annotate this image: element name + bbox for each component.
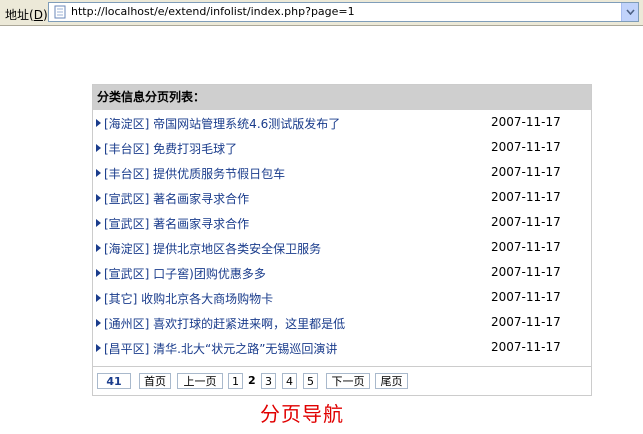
- item-title-link[interactable]: [其它] 收购北京各大商场购物卡: [104, 290, 273, 307]
- bullet-arrow-icon: [96, 294, 101, 302]
- list-item: [其它] 收购北京各大商场购物卡 2007-11-17: [93, 285, 591, 310]
- list-item: [宣武区] 著名画家寻求合作 2007-11-17: [93, 210, 591, 235]
- item-date: 2007-11-17: [491, 265, 561, 279]
- item-title-link[interactable]: [宣武区] 口子窖)团购优惠多多: [104, 265, 266, 282]
- item-title-link[interactable]: [宣武区] 著名画家寻求合作: [104, 190, 249, 207]
- current-page: 2: [248, 374, 256, 387]
- item-title-link[interactable]: [通州区] 喜欢打球的赶紧进来啊，这里都是低: [104, 315, 345, 332]
- bullet-arrow-icon: [96, 119, 101, 127]
- address-dropdown-button[interactable]: [621, 3, 638, 21]
- list-item: [丰台区] 免费打羽毛球了 2007-11-17: [93, 135, 591, 160]
- item-date: 2007-11-17: [491, 290, 561, 304]
- item-date: 2007-11-17: [491, 340, 561, 354]
- list-heading: 分类信息分页列表：: [93, 85, 591, 110]
- address-url: http://localhost/e/extend/infolist/index…: [71, 5, 355, 18]
- list-item: [宣武区] 著名画家寻求合作 2007-11-17: [93, 185, 591, 210]
- item-date: 2007-11-17: [491, 215, 561, 229]
- bullet-arrow-icon: [96, 194, 101, 202]
- pagination: 41 首页 上一页 1 2 3 4 5 下一页 尾页: [93, 366, 591, 397]
- bullet-arrow-icon: [96, 144, 101, 152]
- address-label: 地址(D): [5, 8, 48, 22]
- item-title-link[interactable]: [丰台区] 提供优质服务节假日包车: [104, 165, 285, 182]
- item-date: 2007-11-17: [491, 240, 561, 254]
- next-page-button[interactable]: 下一页: [326, 373, 370, 389]
- address-label-text: 地址: [5, 8, 30, 22]
- page-link-1[interactable]: 1: [228, 373, 243, 389]
- chevron-down-icon: [625, 9, 635, 15]
- list-item: [通州区] 喜欢打球的赶紧进来啊，这里都是低 2007-11-17: [93, 310, 591, 335]
- item-title-link[interactable]: [海淀区] 帝国网站管理系统4.6测试版发布了: [104, 115, 340, 132]
- bullet-arrow-icon: [96, 319, 101, 327]
- bullet-arrow-icon: [96, 244, 101, 252]
- item-date: 2007-11-17: [491, 140, 561, 154]
- page-link-4[interactable]: 4: [282, 373, 297, 389]
- info-list-panel: 分类信息分页列表： [海淀区] 帝国网站管理系统4.6测试版发布了 2007-11…: [92, 84, 592, 396]
- page-icon: [54, 5, 66, 19]
- pagination-caption: 分页导航: [260, 402, 344, 426]
- list-item: [海淀区] 提供北京地区各类安全保卫服务 2007-11-17: [93, 235, 591, 260]
- list-item: [宣武区] 口子窖)团购优惠多多 2007-11-17: [93, 260, 591, 285]
- item-date: 2007-11-17: [491, 190, 561, 204]
- bullet-arrow-icon: [96, 344, 101, 352]
- item-title-link[interactable]: [丰台区] 免费打羽毛球了: [104, 140, 237, 157]
- item-title-link[interactable]: [宣武区] 著名画家寻求合作: [104, 215, 249, 232]
- list-item: [丰台区] 提供优质服务节假日包车 2007-11-17: [93, 160, 591, 185]
- bullet-arrow-icon: [96, 269, 101, 277]
- item-title-link[interactable]: [海淀区] 提供北京地区各类安全保卫服务: [104, 240, 321, 257]
- page-link-3[interactable]: 3: [261, 373, 276, 389]
- first-page-button[interactable]: 首页: [139, 373, 171, 389]
- bullet-arrow-icon: [96, 219, 101, 227]
- address-accel-key: D: [33, 8, 43, 22]
- address-bar: 地址(D) http://localhost/e/extend/infolist…: [0, 0, 643, 26]
- item-title-link[interactable]: [昌平区] 清华.北大“状元之路”无锡巡回演讲: [104, 340, 337, 357]
- item-date: 2007-11-17: [491, 115, 561, 129]
- total-count: 41: [97, 373, 131, 389]
- list-item: [海淀区] 帝国网站管理系统4.6测试版发布了 2007-11-17: [93, 110, 591, 135]
- page-link-5[interactable]: 5: [303, 373, 318, 389]
- bullet-arrow-icon: [96, 169, 101, 177]
- item-date: 2007-11-17: [491, 315, 561, 329]
- item-date: 2007-11-17: [491, 165, 561, 179]
- prev-page-button[interactable]: 上一页: [177, 373, 223, 389]
- list-item: [昌平区] 清华.北大“状元之路”无锡巡回演讲 2007-11-17: [93, 335, 591, 360]
- last-page-button[interactable]: 尾页: [375, 373, 408, 389]
- address-input[interactable]: http://localhost/e/extend/infolist/index…: [48, 2, 639, 22]
